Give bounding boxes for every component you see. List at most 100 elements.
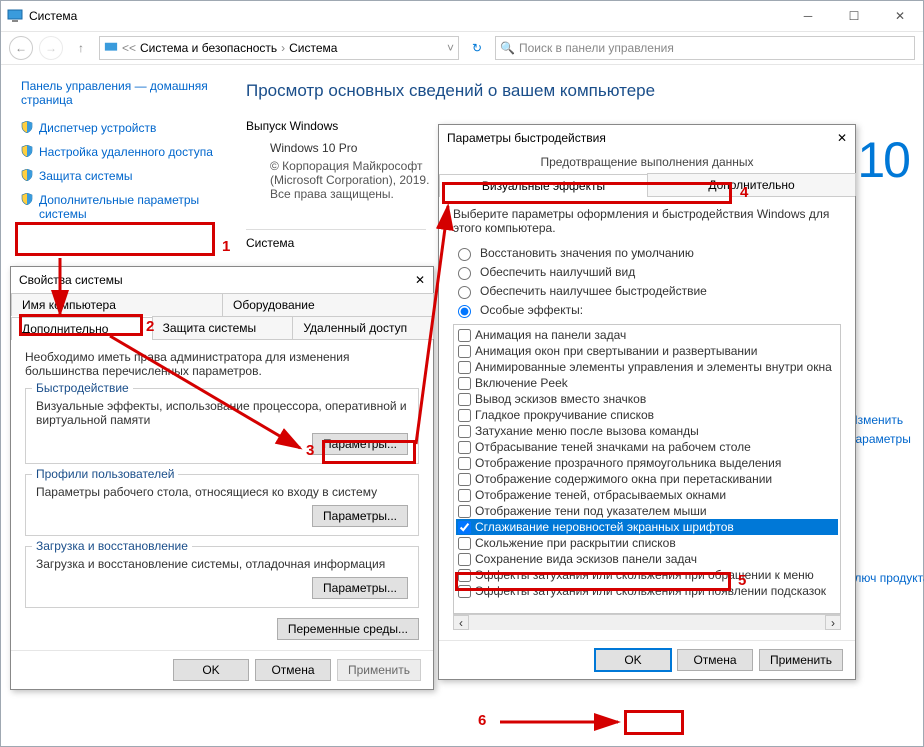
radio-input[interactable] (458, 267, 471, 280)
checkbox-row[interactable]: Скольжение при раскрытии списков (456, 535, 838, 551)
scroll-left-icon[interactable]: ‹ (453, 615, 469, 630)
checkbox-input[interactable] (458, 425, 471, 438)
cancel-button[interactable]: Отмена (255, 659, 331, 681)
checkbox-input[interactable] (458, 569, 471, 582)
checkbox-input[interactable] (458, 441, 471, 454)
horizontal-scrollbar[interactable]: ‹ › (453, 614, 841, 630)
checkbox-input[interactable] (458, 473, 471, 486)
radio-option[interactable]: Восстановить значения по умолчанию (453, 245, 841, 261)
maximize-button[interactable]: ☐ (831, 1, 877, 31)
back-button[interactable]: ← (9, 36, 33, 60)
boot-group: Загрузка и восстановление Загрузка и вос… (25, 546, 419, 608)
checkbox-row[interactable]: Гладкое прокручивание списков (456, 407, 838, 423)
radio-option[interactable]: Особые эффекты: (453, 302, 841, 318)
group-title: Загрузка и восстановление (32, 539, 192, 553)
tab[interactable]: Защита системы (152, 316, 294, 339)
breadcrumb[interactable]: << Система и безопасность › Система ˅ (99, 36, 459, 60)
checkbox-row[interactable]: Отображение тени под указателем мыши (456, 503, 838, 519)
address-bar: ← → ↑ << Система и безопасность › Систем… (1, 31, 923, 65)
checkbox-row[interactable]: Анимация окон при свертывании и разверты… (456, 343, 838, 359)
intro-text: Выберите параметры оформления и быстроде… (453, 207, 841, 235)
profiles-params-button[interactable]: Параметры... (312, 505, 408, 527)
radio-option[interactable]: Обеспечить наилучший вид (453, 264, 841, 280)
shield-icon (21, 121, 33, 133)
scroll-right-icon[interactable]: › (825, 615, 841, 630)
checkbox-input[interactable] (458, 345, 471, 358)
checkbox-input[interactable] (458, 585, 471, 598)
radio-input[interactable] (458, 305, 471, 318)
performance-params-button[interactable]: Параметры... (312, 433, 408, 455)
dropdown-icon[interactable]: ˅ (447, 41, 454, 55)
tab[interactable]: Удаленный доступ (292, 316, 434, 339)
checkbox-input[interactable] (458, 329, 471, 342)
dialog-buttons: OK Отмена Применить (439, 640, 855, 679)
ok-button[interactable]: OK (595, 649, 671, 671)
refresh-button[interactable]: ↻ (465, 36, 489, 60)
checkbox-input[interactable] (458, 489, 471, 502)
sidebar-item[interactable]: Диспетчер устройств (21, 121, 216, 135)
boot-params-button[interactable]: Параметры... (312, 577, 408, 599)
radio-input[interactable] (458, 248, 471, 261)
dialog-title: Свойства системы (19, 273, 123, 287)
breadcrumb-level2[interactable]: Система (289, 41, 337, 55)
checkbox-row[interactable]: Отбрасывание теней значками на рабочем с… (456, 439, 838, 455)
checkbox-input[interactable] (458, 537, 471, 550)
chevron-icon: << (122, 41, 136, 55)
related-link[interactable]: ключ продукта (849, 569, 909, 588)
ok-button[interactable]: OK (173, 659, 249, 681)
checkbox-row[interactable]: Эффекты затухания или скольжения при обр… (456, 567, 838, 583)
checkbox-input[interactable] (458, 361, 471, 374)
checkbox-row[interactable]: Сглаживание неровностей экранных шрифтов (456, 519, 838, 535)
checkbox-row[interactable]: Затухание меню после вызова команды (456, 423, 838, 439)
checkbox-row[interactable]: Отображение прозрачного прямоугольника в… (456, 455, 838, 471)
copyright-text: © Корпорация Майкрософт (Microsoft Corpo… (270, 159, 450, 201)
tab[interactable]: Визуальные эффекты (439, 174, 648, 197)
callout-1: 1 (222, 238, 230, 255)
checkbox-input[interactable] (458, 377, 471, 390)
dep-label: Предотвращение выполнения данных (439, 151, 855, 173)
sidebar-item[interactable]: Настройка удаленного доступа (21, 145, 216, 159)
checkbox-row[interactable]: Вывод эскизов вместо значков (456, 391, 838, 407)
sidebar-item[interactable]: Дополнительные параметры системы (21, 193, 216, 221)
tab[interactable]: Дополнительно (647, 173, 856, 196)
performance-group: Быстродействие Визуальные эффекты, испол… (25, 388, 419, 464)
tab[interactable]: Имя компьютера (11, 293, 223, 316)
up-button[interactable]: ↑ (69, 36, 93, 60)
checkbox-input[interactable] (458, 393, 471, 406)
checkbox-input[interactable] (458, 457, 471, 470)
checkbox-row[interactable]: Эффекты затухания или скольжения при поя… (456, 583, 838, 599)
related-link[interactable]: Изменить (849, 411, 909, 430)
sidebar-home-link[interactable]: Панель управления — домашняя страница (21, 79, 216, 107)
search-input[interactable]: 🔍 Поиск в панели управления (495, 36, 915, 60)
related-links[interactable]: Изменить параметры ключ продукта (849, 411, 909, 589)
sidebar-item[interactable]: Защита системы (21, 169, 216, 183)
effects-checklist[interactable]: Анимация на панели задачАнимация окон пр… (453, 324, 841, 614)
checkbox-row[interactable]: Отображение содержимого окна при перетас… (456, 471, 838, 487)
checkbox-row[interactable]: Включение Peek (456, 375, 838, 391)
checkbox-input[interactable] (458, 521, 471, 534)
tab[interactable]: Оборудование (222, 293, 434, 316)
apply-button[interactable]: Применить (759, 649, 843, 671)
related-link[interactable]: параметры (849, 430, 909, 449)
close-icon[interactable]: ✕ (415, 273, 425, 287)
radio-input[interactable] (458, 286, 471, 299)
cancel-button[interactable]: Отмена (677, 649, 753, 671)
breadcrumb-level1[interactable]: Система и безопасность (140, 41, 277, 55)
system-properties-dialog: Свойства системы ✕ Имя компьютераОборудо… (10, 266, 434, 690)
shield-icon (21, 145, 33, 157)
checkbox-input[interactable] (458, 409, 471, 422)
checkbox-input[interactable] (458, 553, 471, 566)
minimize-button[interactable]: ─ (785, 1, 831, 31)
checkbox-row[interactable]: Отображение теней, отбрасываемых окнами (456, 487, 838, 503)
tab[interactable]: Дополнительно (11, 317, 153, 340)
checkbox-row[interactable]: Анимированные элементы управления и элем… (456, 359, 838, 375)
apply-button[interactable]: Применить (337, 659, 421, 681)
forward-button[interactable]: → (39, 36, 63, 60)
env-vars-button[interactable]: Переменные среды... (277, 618, 419, 640)
checkbox-input[interactable] (458, 505, 471, 518)
close-button[interactable]: ✕ (877, 1, 923, 31)
close-icon[interactable]: ✕ (837, 131, 847, 145)
checkbox-row[interactable]: Анимация на панели задач (456, 327, 838, 343)
radio-option[interactable]: Обеспечить наилучшее быстродействие (453, 283, 841, 299)
checkbox-row[interactable]: Сохранение вида эскизов панели задач (456, 551, 838, 567)
